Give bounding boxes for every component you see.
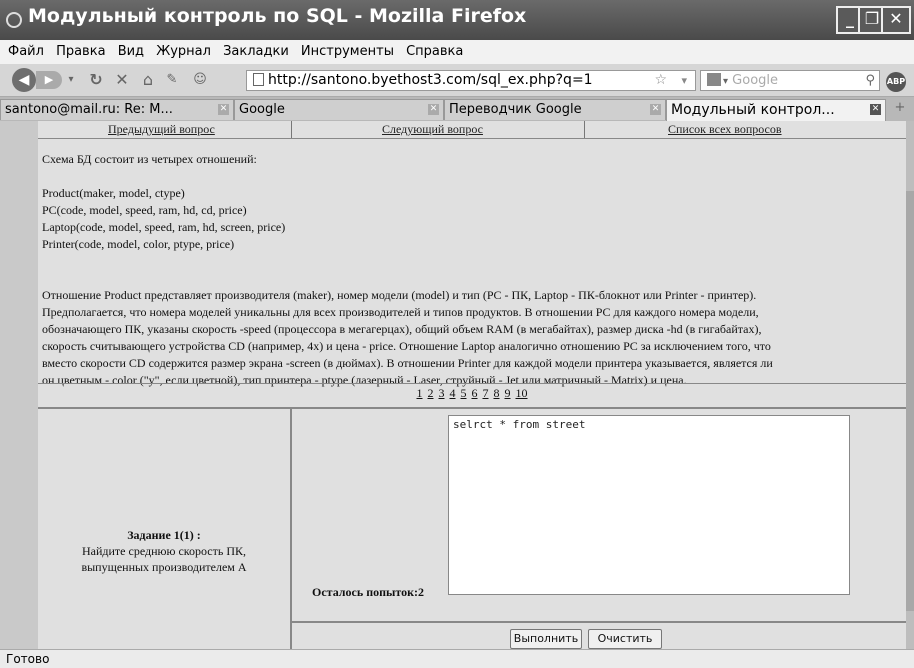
search-engine-dropdown-icon[interactable]: ▾	[723, 76, 728, 87]
task-title: Задание 1(1) :	[127, 528, 201, 542]
page-link-6[interactable]: 6	[472, 386, 478, 400]
relation-pc: PC(code, model, speed, ram, hd, cd, pric…	[42, 203, 247, 217]
menu-tools[interactable]: Инструменты	[297, 40, 398, 63]
tab-sql-control-label: Модульный контрол...	[671, 102, 835, 118]
page-link-4[interactable]: 4	[450, 386, 456, 400]
tab-mail-label: santono@mail.ru: Re: M...	[5, 102, 173, 117]
task-line: Найдите среднюю скорость ПК,	[81, 544, 247, 558]
tab-google[interactable]: Google ✕	[234, 99, 444, 120]
relation-printer: Printer(code, model, color, ptype, price…	[42, 237, 235, 251]
search-placeholder: Google	[732, 73, 779, 88]
tab-mail[interactable]: santono@mail.ru: Re: M... ✕	[0, 99, 234, 120]
task-text: Задание 1(1) : Найдите среднюю скорость …	[48, 527, 280, 575]
page-link-7[interactable]: 7	[483, 386, 489, 400]
description-line: скорость считывающего устройства CD (нап…	[42, 339, 771, 353]
task-cell: Задание 1(1) : Найдите среднюю скорость …	[38, 409, 292, 649]
menu-bar: Файл Правка Вид Журнал Закладки Инструме…	[0, 40, 914, 64]
page-viewport: Предыдущий вопрос Следующий вопрос Списо…	[0, 121, 914, 649]
relation-product: Product(maker, model, ctype)	[42, 186, 185, 200]
schema-description: Схема БД состоит из четырех отношений: P…	[42, 151, 902, 389]
divider	[38, 383, 906, 384]
back-button[interactable]: ◀	[12, 68, 36, 92]
task-line: выпущенных производителем А	[81, 560, 247, 574]
menu-help[interactable]: Справка	[402, 40, 467, 63]
url-dropdown-icon[interactable]: ▾	[681, 71, 687, 90]
description-line: обозначающего ПК, указаны скорость -spee…	[42, 322, 762, 336]
run-button[interactable]: Выполнить	[510, 629, 582, 649]
close-tab-icon[interactable]: ✕	[428, 104, 439, 115]
star-icon[interactable]: ☆	[654, 71, 667, 90]
page-link-1[interactable]: 1	[417, 386, 423, 400]
all-questions-link[interactable]: Список всех вопросов	[668, 122, 782, 137]
magnifier-icon[interactable]: ⚲	[865, 71, 875, 90]
page-link-3[interactable]: 3	[439, 386, 445, 400]
menu-view[interactable]: Вид	[114, 40, 148, 63]
page-link-9[interactable]: 9	[505, 386, 511, 400]
stop-icon[interactable]: ✕	[112, 70, 132, 90]
window-title: Модульный контроль по SQL - Mozilla Fire…	[28, 5, 527, 27]
close-tab-icon[interactable]: ✕	[218, 104, 229, 115]
description-line: Предполагается, что номера моделей уника…	[42, 305, 759, 319]
arrow-right-icon: ▶	[44, 73, 54, 86]
reload-icon[interactable]: ↻	[86, 70, 106, 90]
tab-translate-label: Переводчик Google	[449, 102, 582, 117]
prev-question-link[interactable]: Предыдущий вопрос	[108, 122, 215, 137]
close-tab-icon[interactable]: ✕	[870, 104, 881, 115]
description-line: Отношение Product представляет производи…	[42, 288, 757, 302]
menu-bookmarks[interactable]: Закладки	[219, 40, 293, 63]
tab-translate[interactable]: Переводчик Google ✕	[444, 99, 666, 120]
search-bar[interactable]: ▾ Google ⚲	[700, 70, 880, 91]
page-link-10[interactable]: 10	[516, 386, 528, 400]
close-button[interactable]: ✕	[881, 6, 911, 34]
adblock-icon[interactable]: ABP	[886, 72, 906, 92]
relation-laptop: Laptop(code, model, speed, ram, hd, scre…	[42, 220, 286, 234]
question-pager: 1 2 3 4 5 6 7 8 9 10	[38, 386, 906, 401]
status-bar: Готово	[0, 649, 914, 668]
title-bar: Модульный контроль по SQL - Mozilla Fire…	[0, 0, 914, 41]
menu-file[interactable]: Файл	[0, 40, 48, 63]
tab-google-label: Google	[239, 102, 285, 117]
history-dropdown-icon[interactable]: ▾	[66, 70, 76, 90]
url-text: http://santono.byethost3.com/sql_ex.php?…	[268, 72, 593, 88]
tab-bar: santono@mail.ru: Re: M... ✕ Google ✕ Пер…	[0, 97, 914, 122]
page-icon	[253, 73, 264, 86]
close-tab-icon[interactable]: ✕	[650, 104, 661, 115]
new-tab-button[interactable]: +	[890, 100, 910, 118]
scrollbar-thumb[interactable]	[906, 191, 914, 611]
arrow-left-icon: ◀	[18, 72, 30, 88]
status-text: Готово	[6, 652, 50, 666]
clear-button[interactable]: Очистить	[588, 629, 662, 649]
description-line: вместо скорости CD содержится размер экр…	[42, 356, 773, 370]
page-link-5[interactable]: 5	[461, 386, 467, 400]
question-navigation: Предыдущий вопрос Следующий вопрос Списо…	[38, 121, 906, 139]
url-bar[interactable]: http://santono.byethost3.com/sql_ex.php?…	[246, 70, 696, 91]
divider	[291, 121, 292, 138]
sql-query-textarea[interactable]: selrct * from street	[448, 415, 850, 595]
page-body: Предыдущий вопрос Следующий вопрос Списо…	[38, 121, 906, 649]
page-link-8[interactable]: 8	[494, 386, 500, 400]
firefox-icon	[6, 12, 22, 28]
tab-sql-control[interactable]: Модульный контрол... ✕	[666, 99, 886, 121]
google-icon	[707, 73, 721, 86]
divider	[584, 121, 585, 138]
tool-icon[interactable]: ✎	[162, 70, 182, 90]
navigation-toolbar: ◀ ▶ ▾ ↻ ✕ ⌂ ✎ ☺ http://santono.byethost3…	[0, 64, 914, 97]
menu-edit[interactable]: Правка	[52, 40, 109, 63]
next-question-link[interactable]: Следующий вопрос	[382, 122, 483, 137]
speech-icon[interactable]: ☺	[190, 70, 210, 90]
home-icon[interactable]: ⌂	[138, 70, 158, 90]
vertical-scrollbar[interactable]	[906, 121, 914, 649]
page-link-2[interactable]: 2	[428, 386, 434, 400]
button-row: Выполнить Очистить	[292, 623, 906, 649]
schema-intro: Схема БД состоит из четырех отношений:	[42, 152, 257, 166]
forward-button[interactable]: ▶	[36, 71, 62, 89]
attempts-remaining: Осталось попыток:2	[312, 585, 425, 599]
menu-history[interactable]: Журнал	[152, 40, 215, 63]
answer-cell: Осталось попыток:2 selrct * from street	[292, 409, 906, 621]
